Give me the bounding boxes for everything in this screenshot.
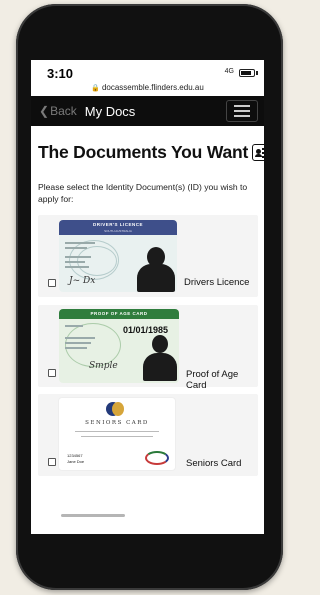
- drivers-licence-card-image: DRIVER'S LICENCE SOUTH AUSTRALIA J~ Dx: [59, 220, 177, 292]
- network-indicator: 4G: [224, 68, 234, 75]
- url-text: docassemble.flinders.edu.au: [101, 83, 204, 92]
- document-option-proof-of-age[interactable]: PROOF OF AGE CARD 01/01/1985 Smple Proof…: [38, 305, 258, 391]
- seniors-card-checkbox[interactable]: [48, 458, 56, 466]
- instruction-text: Please select the Identity Document(s) (…: [38, 182, 248, 204]
- page-title: The Documents You Want: [38, 142, 249, 162]
- document-option-seniors-card[interactable]: SENIORS CARD 1234567 Jane Doe Seniors Ca…: [38, 394, 258, 476]
- top-navbar: ❮ Back My Docs: [31, 96, 264, 126]
- status-time: 3:10: [47, 66, 74, 81]
- back-button[interactable]: ❮ Back: [39, 104, 77, 118]
- heading-row: The Documents You Want: [38, 142, 264, 163]
- menu-line-icon: [234, 105, 250, 107]
- menu-line-icon: [234, 115, 250, 117]
- proof-of-age-card-image: PROOF OF AGE CARD 01/01/1985 Smple: [59, 309, 179, 383]
- hamburger-menu-button[interactable]: [226, 100, 258, 122]
- government-logo-icon: [145, 451, 169, 465]
- back-label: Back: [50, 104, 77, 118]
- battery-tip: [256, 71, 258, 75]
- proof-of-age-checkbox[interactable]: [48, 369, 56, 377]
- lock-icon: 🔒: [91, 85, 100, 92]
- address-bar[interactable]: 🔒 docassemble.flinders.edu.au: [31, 83, 264, 92]
- signature-image: J~ Dx: [69, 276, 96, 286]
- drivers-licence-checkbox[interactable]: [48, 279, 56, 287]
- status-bar: 3:10 4G 🔒 docassemble.flinders.edu.au: [31, 60, 264, 96]
- chevron-left-icon: ❮: [39, 104, 50, 118]
- signature-image: Smple: [89, 361, 118, 371]
- proof-of-age-label[interactable]: Proof of Age Card: [186, 369, 258, 391]
- id-card-icon: [252, 144, 264, 161]
- nav-title[interactable]: My Docs: [85, 104, 136, 119]
- seniors-card-label[interactable]: Seniors Card: [186, 458, 241, 469]
- battery-icon: [239, 69, 255, 77]
- menu-line-icon: [234, 110, 250, 112]
- scroll-indicator[interactable]: [61, 514, 125, 517]
- seniors-card-image: SENIORS CARD 1234567 Jane Doe: [58, 397, 176, 471]
- main-content: The Documents You Want Please select the…: [31, 142, 264, 476]
- drivers-licence-label[interactable]: Drivers Licence: [184, 277, 249, 288]
- app-screen: 3:10 4G 🔒 docassemble.flinders.edu.au ❮ B…: [31, 60, 264, 534]
- document-option-drivers-licence[interactable]: DRIVER'S LICENCE SOUTH AUSTRALIA J~ Dx D…: [38, 215, 258, 297]
